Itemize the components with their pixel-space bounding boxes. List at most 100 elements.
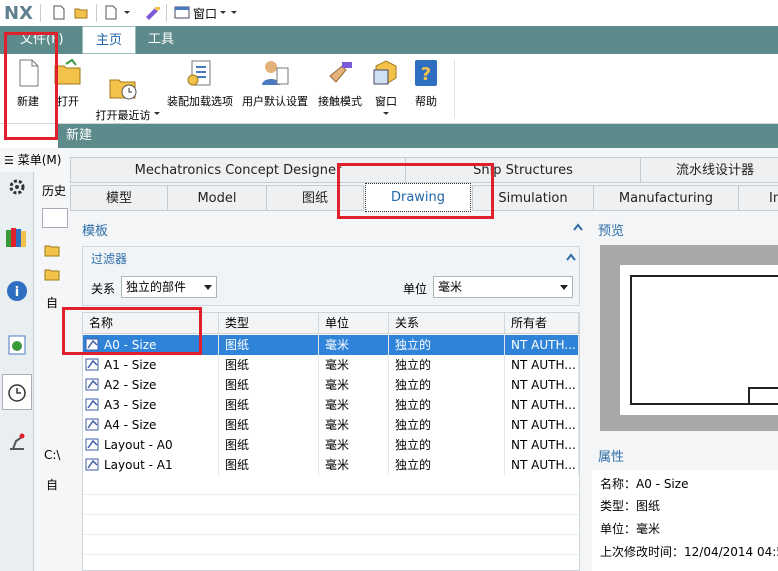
table-cell-unit: 毫米 xyxy=(319,415,389,435)
drawing-template-icon xyxy=(85,378,99,391)
drawing-template-icon xyxy=(85,418,99,431)
table-cell-unit: 毫米 xyxy=(319,435,389,455)
assembly-load-options-button[interactable]: 装配加载选项 xyxy=(164,58,236,109)
dialog-title-bar: 新建 xyxy=(58,124,778,148)
table-cell-owner: NT AUTH... xyxy=(505,355,579,375)
table-row[interactable]: Layout - A1 图纸 毫米 独立的 NT AUTH... xyxy=(83,455,579,475)
relation-value: 独立的部件 xyxy=(126,280,187,294)
touch-mode-button[interactable]: 接触模式 xyxy=(316,58,364,109)
svg-text:?: ? xyxy=(421,64,431,85)
chevron-down-icon[interactable] xyxy=(229,5,239,20)
chevron-up-icon[interactable] xyxy=(565,252,577,262)
units-value: 毫米 xyxy=(438,280,463,294)
table-cell-unit: 毫米 xyxy=(319,375,389,395)
table-row[interactable]: A4 - Size 图纸 毫米 独立的 NT AUTH... xyxy=(83,415,579,435)
new-file-icon[interactable] xyxy=(52,5,66,20)
history-tab[interactable] xyxy=(2,374,32,410)
table-cell-unit: 毫米 xyxy=(319,355,389,375)
table-cell-text: 独立的 xyxy=(395,398,432,412)
history-item-label[interactable]: 自 xyxy=(46,294,58,311)
relation-select[interactable]: 独立的部件 xyxy=(121,276,217,298)
table-cell-unit: 毫米 xyxy=(319,455,389,475)
table-cell-text: 图纸 xyxy=(225,378,250,392)
table-cell-type: 图纸 xyxy=(219,435,319,455)
history-search-input[interactable] xyxy=(42,208,68,228)
table-cell-text: 图纸 xyxy=(225,438,250,452)
tab-more[interactable]: In xyxy=(738,185,778,211)
chevron-up-icon[interactable] xyxy=(572,222,584,232)
history-item-label[interactable]: 自 xyxy=(46,476,58,493)
table-row[interactable]: A2 - Size 图纸 毫米 独立的 NT AUTH... xyxy=(83,375,579,395)
table-cell-text: 毫米 xyxy=(325,418,350,432)
table-cell-text: 毫米 xyxy=(325,338,350,352)
table-cell-rel: 独立的 xyxy=(389,455,505,475)
menu-label: 菜单(M) xyxy=(17,153,62,167)
table-cell-text: 毫米 xyxy=(325,398,350,412)
table-cell-text: NT AUTH... xyxy=(511,378,576,392)
tab-manufacturing[interactable]: Manufacturing xyxy=(593,185,739,211)
column-header-owner[interactable]: 所有者 xyxy=(505,313,579,334)
preview-title-block xyxy=(748,387,778,405)
help-button[interactable]: ? 帮助 xyxy=(408,58,444,109)
table-cell-type: 图纸 xyxy=(219,395,319,415)
paint-brush-icon[interactable] xyxy=(144,5,162,20)
window-label: 窗口 xyxy=(375,95,397,108)
table-cell-text: A3 - Size xyxy=(104,398,157,412)
properties-panel: 名称：A0 - Size 类型：图纸 单位：毫米 上次修改时间：12/04/20… xyxy=(592,470,778,571)
column-header-relation[interactable]: 关系 xyxy=(389,313,505,334)
robot-arm-icon[interactable] xyxy=(7,430,27,452)
gear-icon[interactable] xyxy=(8,178,26,196)
window-icon[interactable] xyxy=(174,5,190,20)
tab-home[interactable]: 主页 xyxy=(82,26,136,54)
chevron-down-icon[interactable] xyxy=(122,5,132,20)
folder-icon[interactable] xyxy=(44,268,60,281)
table-cell-text: NT AUTH... xyxy=(511,438,576,452)
table-empty-area xyxy=(83,475,579,570)
chevron-down-icon[interactable] xyxy=(218,5,228,20)
chevron-down-icon[interactable] xyxy=(381,110,391,118)
column-header-unit[interactable]: 单位 xyxy=(319,313,389,334)
table-cell-text: 图纸 xyxy=(225,458,250,472)
tab-model-cn[interactable]: 模型 xyxy=(70,185,168,211)
filter-panel: 过滤器 关系 独立的部件 单位 毫米 xyxy=(82,246,580,306)
highlight-drawing-tab xyxy=(337,163,494,219)
table-cell-unit: 毫米 xyxy=(319,335,389,355)
folder-icon[interactable] xyxy=(44,244,60,257)
resource-bar: i xyxy=(0,148,34,571)
table-cell-owner: NT AUTH... xyxy=(505,375,579,395)
part-navigator-icon[interactable] xyxy=(7,334,27,356)
tab-model[interactable]: Model xyxy=(167,185,267,211)
units-select[interactable]: 毫米 xyxy=(433,276,573,298)
window-menu-label[interactable]: 窗口 xyxy=(193,5,217,22)
template-preview xyxy=(600,245,778,431)
table-cell-text: 独立的 xyxy=(395,358,432,372)
table-row[interactable]: Layout - A0 图纸 毫米 独立的 NT AUTH... xyxy=(83,435,579,455)
tab-tools[interactable]: 工具 xyxy=(140,26,182,54)
table-row[interactable]: A3 - Size 图纸 毫米 独立的 NT AUTH... xyxy=(83,395,579,415)
new-file-icon[interactable] xyxy=(104,5,118,20)
menu-icon: ☰ xyxy=(4,154,14,167)
table-cell-text: 毫米 xyxy=(325,358,350,372)
table-cell-text: NT AUTH... xyxy=(511,398,576,412)
filter-section-title: 过滤器 xyxy=(91,252,128,266)
table-cell-text: 独立的 xyxy=(395,378,432,392)
tab-line-designer[interactable]: 流水线设计器 xyxy=(640,157,778,183)
open-folder-icon[interactable] xyxy=(74,5,88,20)
column-header-type[interactable]: 类型 xyxy=(219,313,319,334)
history-panel: 历史 自 C:\ 自 xyxy=(34,148,70,571)
templates-section-title: 模板 xyxy=(82,224,109,239)
help-icon: ? xyxy=(415,60,437,86)
window-button[interactable]: 窗口 xyxy=(368,58,404,118)
menu-bar[interactable]: ☰ 菜单(M) xyxy=(0,148,70,172)
table-row[interactable]: A1 - Size 图纸 毫米 独立的 NT AUTH... xyxy=(83,355,579,375)
library-books-icon[interactable] xyxy=(5,226,29,248)
table-cell-name: A4 - Size xyxy=(83,415,219,435)
chevron-down-icon[interactable] xyxy=(152,110,162,118)
information-icon[interactable]: i xyxy=(6,280,28,302)
table-cell-rel: 独立的 xyxy=(389,335,505,355)
table-cell-text: Layout - A0 xyxy=(104,438,173,452)
table-cell-rel: 独立的 xyxy=(389,415,505,435)
table-cell-text: A2 - Size xyxy=(104,378,157,392)
user-defaults-button[interactable]: 用户默认设置 xyxy=(240,58,310,109)
table-cell-text: NT AUTH... xyxy=(511,358,576,372)
